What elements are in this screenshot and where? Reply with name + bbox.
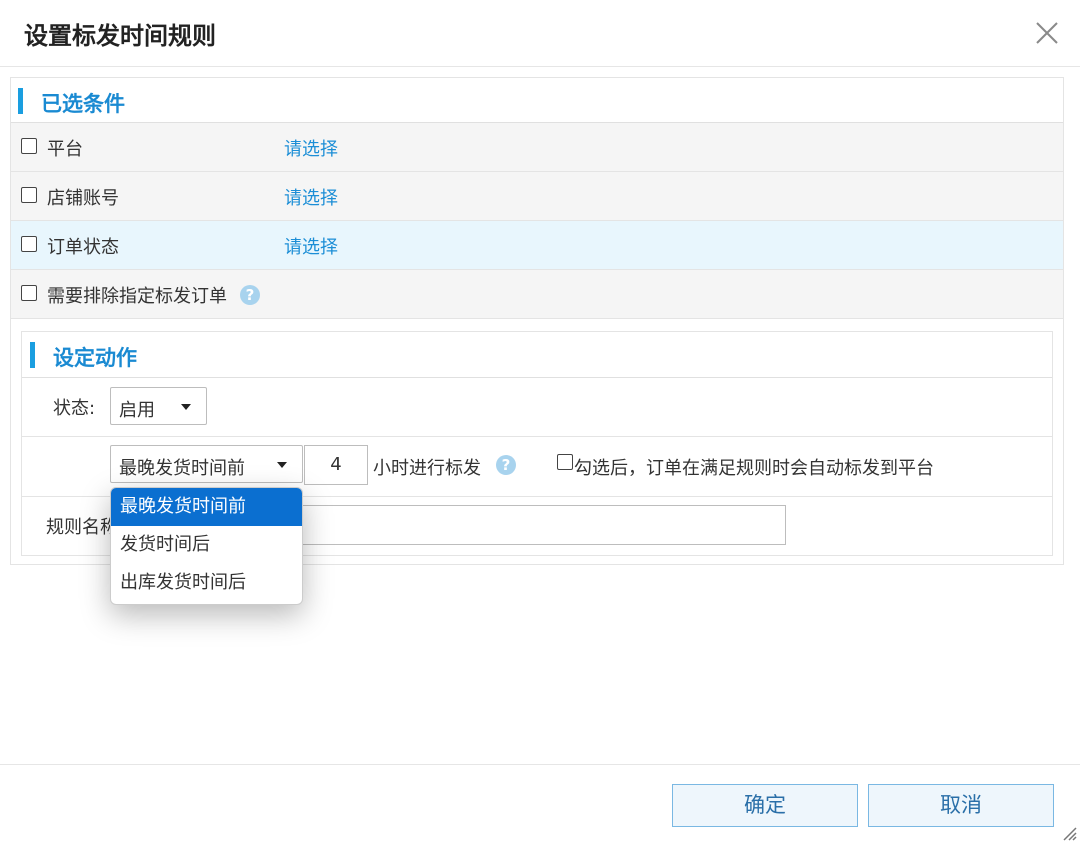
help-icon[interactable]: ?	[496, 455, 516, 475]
platform-select-link[interactable]: 请选择	[284, 135, 338, 161]
time-base-select[interactable]: 最晚发货时间前	[110, 445, 303, 483]
confirm-button[interactable]: 确定	[672, 784, 858, 827]
platform-label: 平台	[47, 139, 83, 160]
platform-checkbox[interactable]	[21, 138, 37, 154]
auto-mark-label: 勾选后，订单在满足规则时会自动标发到平台	[574, 458, 934, 479]
exclude-label: 需要排除指定标发订单	[47, 286, 227, 307]
help-icon[interactable]: ?	[240, 285, 260, 305]
status-label: 状态:	[53, 398, 96, 419]
hours-suffix-label: 小时进行标发	[373, 458, 481, 479]
condition-row-exclude: 需要排除指定标发订单 ?	[11, 270, 1063, 319]
condition-row-store-account: 店铺账号 请选择	[11, 172, 1063, 221]
dialog-title: 设置标发时间规则	[24, 22, 216, 50]
time-base-select-value: 最晚发货时间前	[119, 458, 245, 479]
order-status-label: 订单状态	[47, 237, 119, 258]
dialog-footer: 确定 取消	[0, 764, 1080, 846]
section-accent-bar	[18, 88, 23, 114]
store-account-select-link[interactable]: 请选择	[284, 184, 338, 210]
hours-input[interactable]: 4	[304, 445, 368, 485]
store-account-checkbox[interactable]	[21, 187, 37, 203]
condition-row-order-status: 订单状态 请选择	[11, 221, 1063, 270]
cancel-button[interactable]: 取消	[868, 784, 1054, 827]
actions-section-header: 设定动作	[22, 332, 1052, 378]
status-row: 状态: 启用	[22, 378, 1052, 437]
dialog-header: 设置标发时间规则	[0, 0, 1080, 67]
dropdown-option[interactable]: 最晚发货时间前	[111, 488, 302, 526]
exclude-checkbox[interactable]	[21, 285, 37, 301]
chevron-down-icon	[181, 404, 191, 410]
conditions-section-title: 已选条件	[41, 92, 125, 116]
status-select-value: 启用	[119, 400, 155, 421]
chevron-down-icon	[277, 462, 287, 468]
rule-name-input[interactable]	[274, 505, 786, 545]
section-accent-bar	[30, 342, 35, 368]
time-base-dropdown: 最晚发货时间前 发货时间后 出库发货时间后	[110, 487, 303, 605]
order-status-select-link[interactable]: 请选择	[284, 233, 338, 259]
auto-mark-checkbox[interactable]	[557, 454, 573, 470]
store-account-label: 店铺账号	[47, 188, 119, 209]
status-select[interactable]: 启用	[110, 387, 207, 425]
dropdown-option[interactable]: 出库发货时间后	[111, 564, 302, 602]
order-status-checkbox[interactable]	[21, 236, 37, 252]
resize-grip-icon[interactable]	[1058, 822, 1078, 842]
dropdown-option[interactable]: 发货时间后	[111, 526, 302, 564]
actions-section-title: 设定动作	[53, 346, 137, 370]
condition-row-platform: 平台 请选择	[11, 123, 1063, 172]
rule-name-label: 规则名称	[46, 517, 118, 538]
close-icon[interactable]	[1030, 16, 1064, 50]
conditions-section-header: 已选条件	[11, 78, 1063, 123]
